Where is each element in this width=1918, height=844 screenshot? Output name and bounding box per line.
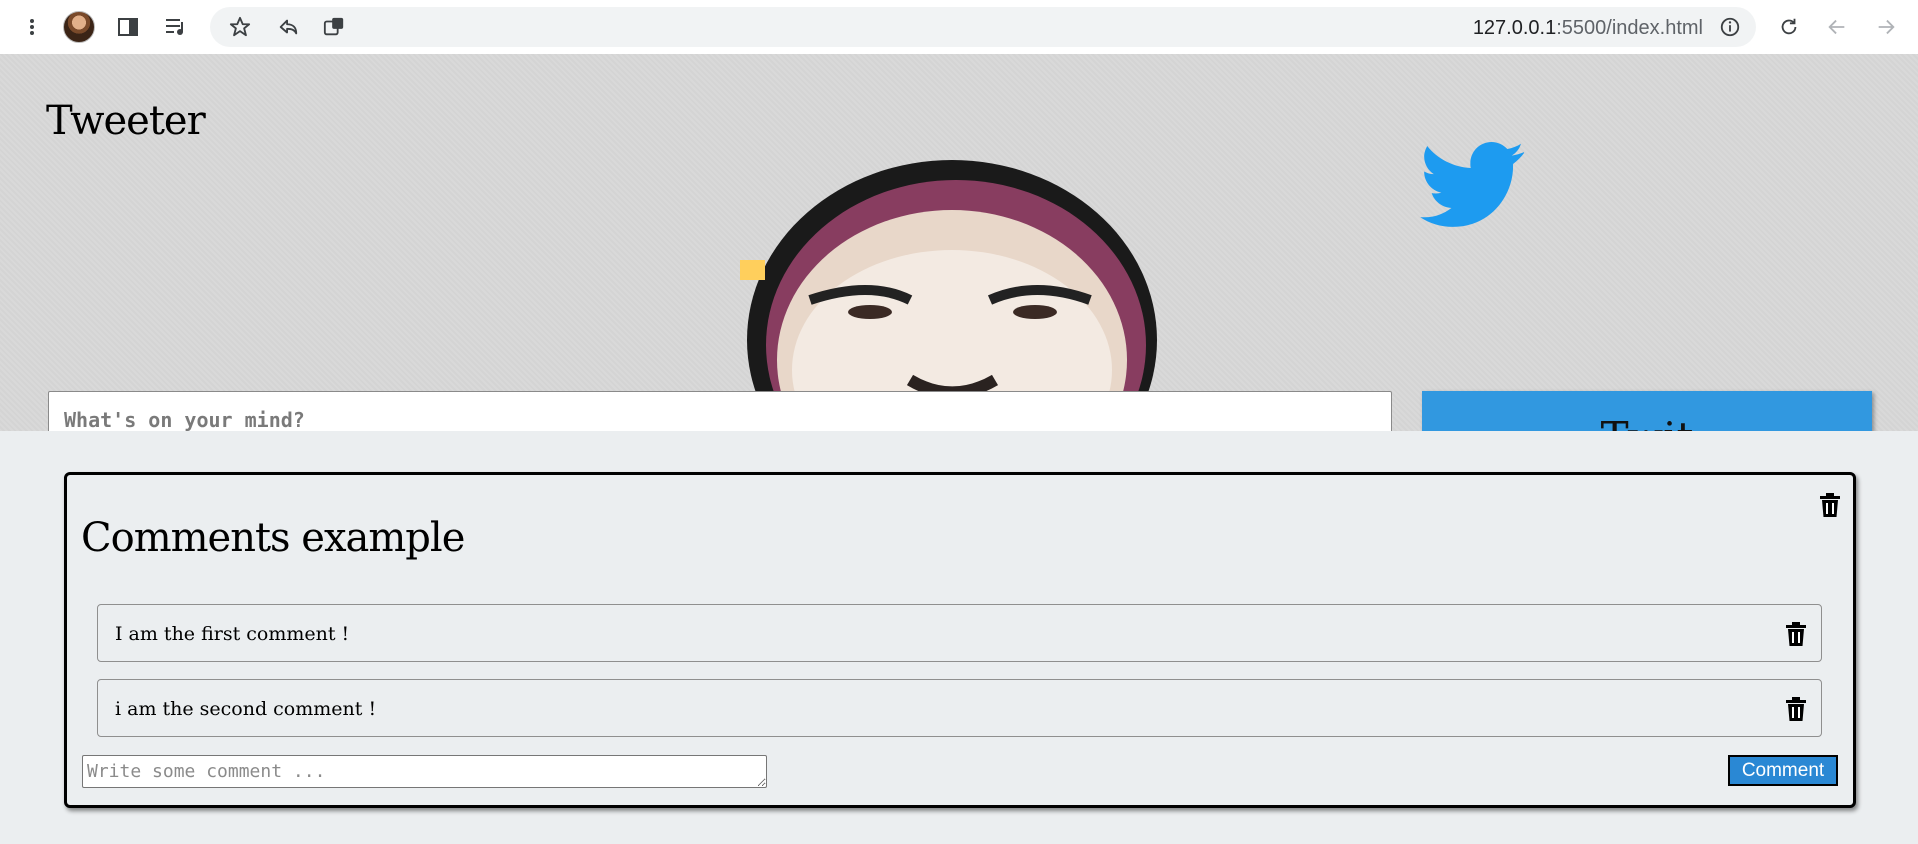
delete-post-trash-icon[interactable] bbox=[1819, 493, 1841, 517]
share-icon[interactable] bbox=[272, 11, 304, 43]
comment-text: i am the second comment ! bbox=[115, 698, 377, 720]
install-app-icon[interactable] bbox=[318, 11, 350, 43]
reading-list-icon[interactable] bbox=[160, 11, 192, 43]
delete-comment-trash-icon[interactable] bbox=[1785, 697, 1807, 721]
browser-toolbar: 127.0.0.1:5500/index.html bbox=[0, 0, 1918, 54]
twit-button[interactable]: Twit bbox=[1422, 391, 1872, 431]
side-panel-icon[interactable] bbox=[112, 11, 144, 43]
comment-button[interactable]: Comment bbox=[1728, 755, 1838, 786]
reload-icon[interactable] bbox=[1773, 11, 1805, 43]
address-bar[interactable]: 127.0.0.1:5500/index.html bbox=[210, 7, 1756, 47]
post-card: Comments example I am the first comment … bbox=[64, 472, 1856, 808]
comment-item: I am the first comment ! bbox=[97, 604, 1822, 662]
info-icon[interactable] bbox=[1714, 11, 1746, 43]
twitter-bird-icon bbox=[1420, 142, 1525, 227]
back-icon[interactable] bbox=[1821, 11, 1853, 43]
header-banner: Tweeter Twit bbox=[0, 54, 1918, 431]
profile-avatar[interactable] bbox=[63, 11, 95, 43]
post-title: Comments example bbox=[81, 515, 465, 561]
url-text: 127.0.0.1:5500/index.html bbox=[1472, 17, 1703, 39]
star-icon[interactable] bbox=[224, 11, 256, 43]
comment-text: I am the first comment ! bbox=[115, 623, 350, 645]
forward-icon[interactable] bbox=[1870, 11, 1902, 43]
delete-comment-trash-icon[interactable] bbox=[1785, 622, 1807, 646]
tweet-input[interactable] bbox=[48, 391, 1392, 431]
header-portrait-image bbox=[740, 160, 1157, 431]
more-vert-icon[interactable] bbox=[16, 11, 48, 43]
app-title: Tweeter bbox=[46, 98, 206, 144]
comment-item: i am the second comment ! bbox=[97, 679, 1822, 737]
comment-input[interactable] bbox=[82, 755, 767, 788]
